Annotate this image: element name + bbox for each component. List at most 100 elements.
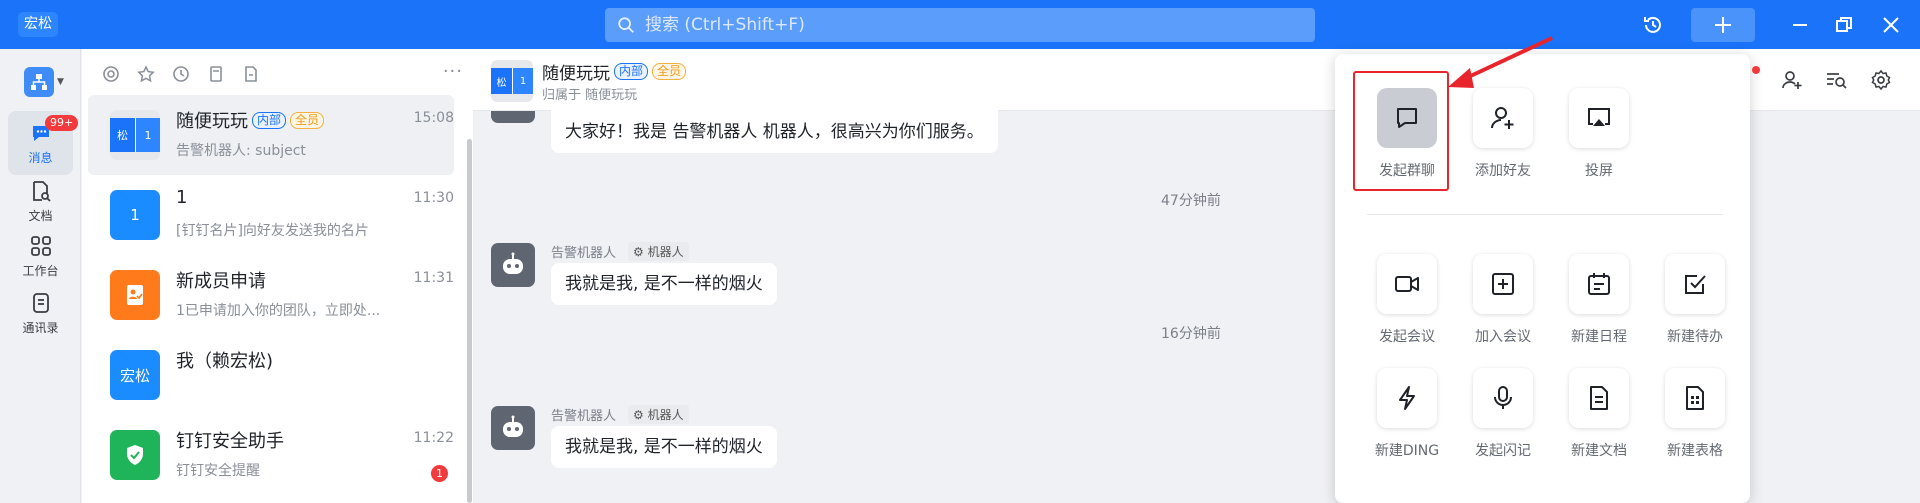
annotation-highlight-box bbox=[1353, 71, 1449, 191]
add-member-icon[interactable] bbox=[1779, 67, 1805, 93]
plus-button[interactable] bbox=[1691, 8, 1755, 42]
robot-icon bbox=[503, 415, 523, 437]
plus-icon bbox=[1715, 17, 1731, 33]
tag-internal: 内部 bbox=[614, 63, 649, 80]
ding-icon bbox=[1377, 368, 1437, 428]
video-meeting-icon bbox=[1377, 254, 1437, 314]
avatar bbox=[110, 270, 160, 320]
conversation-item[interactable]: 1 1 [钉钉名片]向好友发送我的名片 11:30 bbox=[88, 175, 454, 255]
popup-item-flash-note[interactable]: 发起闪记 bbox=[1463, 368, 1543, 468]
conversation-preview: [钉钉名片]向好友发送我的名片 bbox=[176, 223, 369, 239]
popup-item-new-document[interactable]: 新建文档 bbox=[1559, 368, 1639, 468]
conversation-time: 11:31 bbox=[413, 270, 454, 286]
bot-avatar[interactable] bbox=[491, 406, 535, 450]
search-box[interactable] bbox=[605, 8, 1315, 42]
clock-icon[interactable] bbox=[172, 65, 190, 83]
robot-tag: ⚙ 机器人 bbox=[628, 405, 689, 424]
conversation-name: 1 bbox=[176, 187, 188, 208]
robot-tag: ⚙ 机器人 bbox=[628, 242, 689, 261]
restore-icon[interactable] bbox=[1831, 12, 1857, 38]
conversation-name: 新成员申请 bbox=[176, 271, 266, 292]
tag-all-members: 全员 bbox=[652, 63, 687, 80]
conversation-name: 钉钉安全助手 bbox=[176, 431, 284, 452]
calendar-icon bbox=[1569, 254, 1629, 314]
popup-item-new-sheet[interactable]: 新建表格 bbox=[1655, 368, 1735, 468]
message-sender: 告警机器人 ⚙ 机器人 bbox=[551, 405, 689, 424]
document-icon bbox=[32, 180, 51, 202]
popup-item-screencast[interactable]: 投屏 bbox=[1559, 88, 1639, 188]
workbench-icon bbox=[30, 235, 51, 256]
popup-item-join-meeting[interactable]: 加入会议 bbox=[1463, 254, 1543, 354]
conversation-item[interactable]: 钉钉安全助手 钉钉安全提醒 11:22 1 bbox=[88, 415, 454, 495]
nav-item-workbench[interactable]: 工作台 bbox=[8, 224, 73, 288]
chevron-down-icon: ▼ bbox=[57, 77, 64, 87]
nav-item-messages[interactable]: 消息 99+ bbox=[8, 111, 79, 175]
tag-all-members: 全员 bbox=[290, 111, 325, 129]
nav-item-contacts[interactable]: 通讯录 bbox=[8, 281, 73, 345]
mention-icon[interactable] bbox=[102, 65, 120, 83]
notification-dot bbox=[1752, 66, 1760, 74]
message-bubble: 我就是我, 是不一样的烟火 bbox=[551, 426, 777, 468]
todo-icon bbox=[1665, 254, 1725, 314]
conversation-preview: 告警机器人: subject bbox=[176, 143, 306, 159]
bot-avatar[interactable] bbox=[491, 111, 535, 123]
popup-item-new-todo[interactable]: 新建待办 bbox=[1655, 254, 1735, 354]
popup-divider bbox=[1367, 214, 1723, 215]
settings-gear-icon[interactable] bbox=[1868, 67, 1894, 93]
conversation-item[interactable]: 新成员申请 1已申请加入你的团队，立即处... 11:31 bbox=[88, 255, 454, 335]
search-input[interactable] bbox=[645, 15, 1245, 35]
member-request-icon bbox=[127, 285, 143, 305]
search-icon bbox=[618, 17, 634, 33]
nav-label: 文档 bbox=[28, 208, 53, 223]
conversation-item[interactable]: 宏松 我（赖宏松) bbox=[88, 335, 454, 415]
chat-avatar[interactable]: 松 1 bbox=[491, 60, 533, 102]
org-icon bbox=[24, 67, 54, 97]
conversation-name: 我（赖宏松) bbox=[176, 351, 274, 372]
chat-title[interactable]: 随便玩玩 内部 全员 bbox=[542, 59, 687, 84]
bot-avatar[interactable] bbox=[491, 243, 535, 287]
popup-item-start-meeting[interactable]: 发起会议 bbox=[1367, 254, 1447, 354]
avatar: 松 1 bbox=[110, 110, 160, 160]
minimize-icon[interactable] bbox=[1787, 12, 1813, 38]
conversation-list: ··· 松 1 随便玩玩 内部 全员 告警机器人: subject 15:08 … bbox=[82, 49, 473, 503]
conversation-time: 11:30 bbox=[413, 190, 454, 206]
popup-item-new-ding[interactable]: 新建DING bbox=[1367, 368, 1447, 468]
avatar bbox=[110, 430, 160, 480]
conversation-scrollbar[interactable] bbox=[467, 139, 472, 503]
conversation-time: 11:22 bbox=[413, 430, 454, 446]
avatar: 1 bbox=[110, 190, 160, 240]
conversation-item[interactable]: 松 1 随便玩玩 内部 全员 告警机器人: subject 15:08 bbox=[88, 95, 454, 175]
conversation-filter-bar: ··· bbox=[82, 49, 473, 99]
search-history-icon[interactable] bbox=[1823, 67, 1849, 93]
nav-label: 消息 bbox=[28, 150, 53, 165]
popup-item-add-friend[interactable]: 添加好友 bbox=[1463, 88, 1543, 188]
contacts-icon bbox=[32, 292, 49, 313]
left-nav: ▼ 消息 99+ 文档 工作台 通讯录 bbox=[0, 49, 81, 503]
new-doc-icon bbox=[1569, 368, 1629, 428]
popup-item-new-schedule[interactable]: 新建日程 bbox=[1559, 254, 1639, 354]
robot-icon bbox=[503, 252, 523, 274]
message-bubble: 我就是我, 是不一样的烟火 bbox=[551, 263, 777, 305]
shield-icon bbox=[127, 445, 143, 465]
annotation-arrow-icon bbox=[1448, 36, 1553, 88]
time-separator: 47分钟前 bbox=[1161, 193, 1221, 209]
unread-count-badge: 1 bbox=[431, 465, 448, 482]
bookmark-icon[interactable] bbox=[207, 65, 225, 83]
org-switcher[interactable]: ▼ bbox=[24, 67, 68, 97]
time-separator: 16分钟前 bbox=[1161, 326, 1221, 342]
tag-internal: 内部 bbox=[252, 111, 287, 129]
more-icon[interactable]: ··· bbox=[443, 61, 463, 82]
flash-note-icon bbox=[1473, 368, 1533, 428]
join-meeting-icon bbox=[1473, 254, 1533, 314]
new-sheet-icon bbox=[1665, 368, 1725, 428]
file-icon[interactable] bbox=[242, 65, 260, 83]
chat-subtitle: 归属于 随便玩玩 bbox=[542, 88, 638, 103]
robot-small-icon: ⚙ bbox=[633, 407, 644, 422]
conversation-time: 15:08 bbox=[413, 110, 454, 126]
history-icon[interactable] bbox=[1640, 12, 1666, 38]
star-icon[interactable] bbox=[137, 65, 155, 83]
top-bar: 宏松 bbox=[0, 0, 1920, 49]
close-icon[interactable] bbox=[1878, 12, 1904, 38]
unread-badge: 99+ bbox=[45, 115, 79, 131]
app-logo[interactable]: 宏松 bbox=[18, 12, 58, 37]
